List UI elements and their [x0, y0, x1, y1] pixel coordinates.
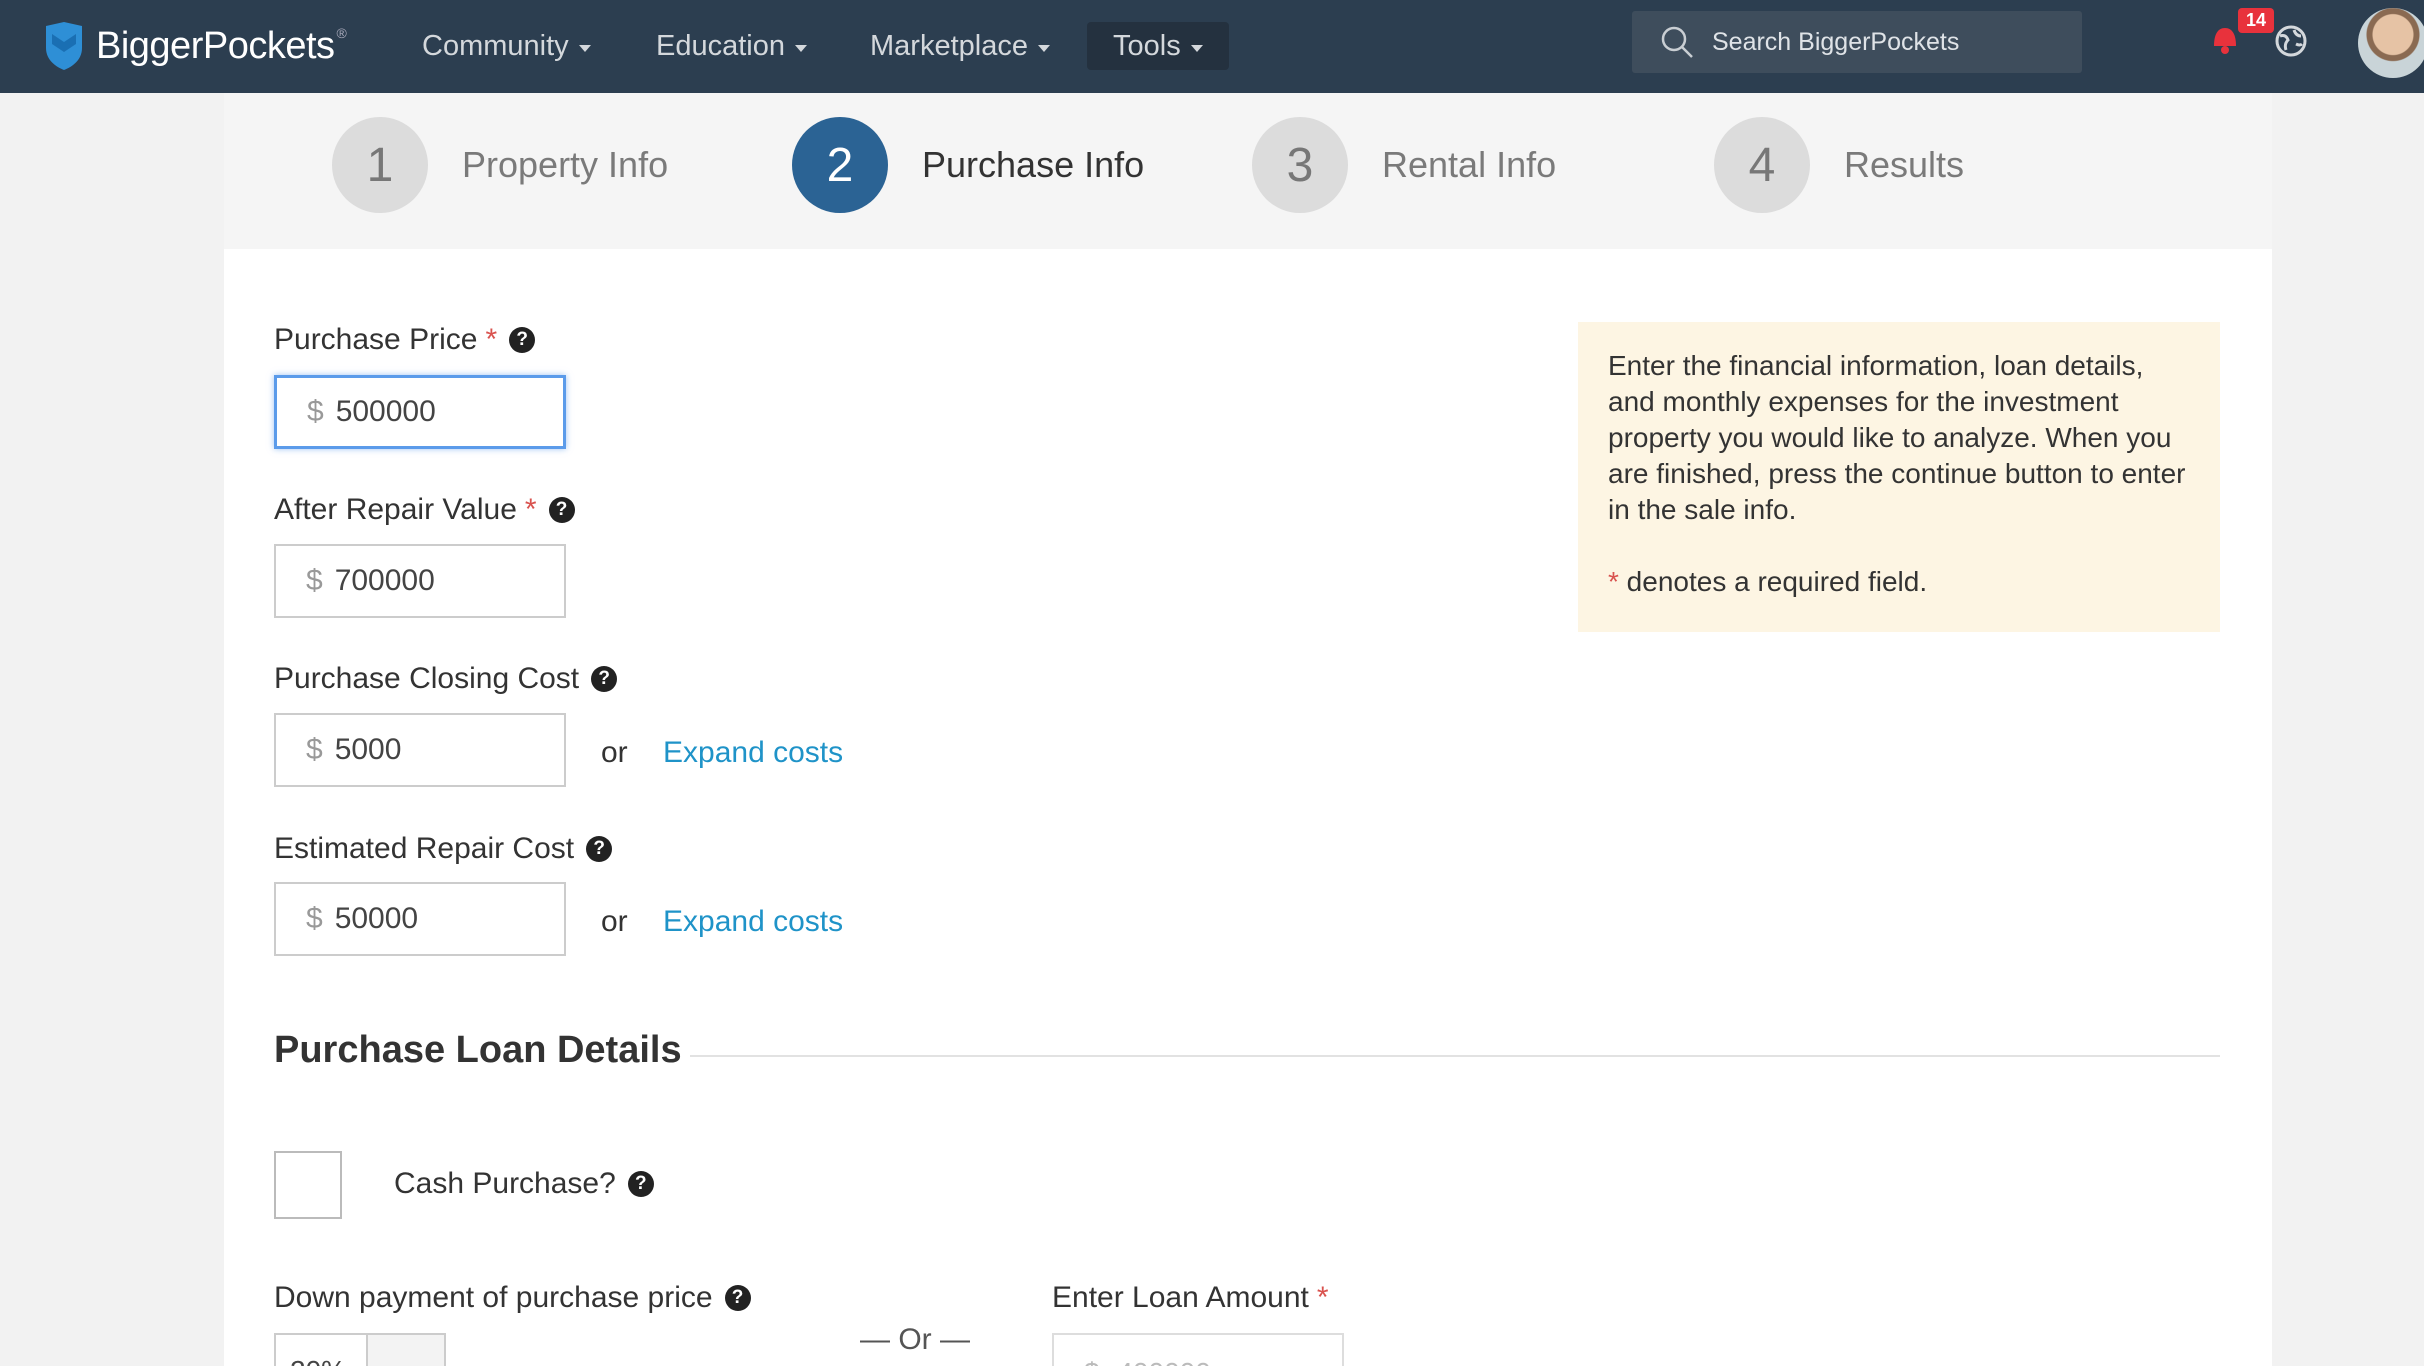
caret-down-icon — [795, 44, 807, 52]
purchase-price-field[interactable]: $ — [274, 375, 566, 449]
nav-tools[interactable]: Tools — [1087, 22, 1229, 70]
estimated-repair-cost-input[interactable] — [334, 902, 535, 936]
expand-closing-costs-link[interactable]: Expand costs — [663, 736, 843, 770]
step-purchase-info[interactable]: 2 Purchase Info — [792, 117, 1144, 213]
down-payment-label: Down payment of purchase price ? — [274, 1281, 751, 1315]
step-label: Rental Info — [1382, 144, 1557, 185]
search-input[interactable] — [1712, 27, 2072, 57]
brand-logo[interactable]: BiggerPockets ® — [44, 18, 347, 74]
step-label: Property Info — [462, 144, 669, 185]
caret-down-icon — [1037, 44, 1050, 52]
info-text: Enter the financial information, loan de… — [1608, 350, 2186, 525]
or-text: or — [601, 905, 628, 938]
step-number: 2 — [792, 117, 888, 213]
dollar-sign: $ — [306, 564, 323, 597]
notification-icon[interactable] — [2208, 18, 2242, 58]
brand-name: BiggerPockets ® — [96, 24, 347, 67]
caret-down-icon — [1190, 44, 1203, 52]
dollar-sign: $ — [306, 902, 323, 935]
step-label: Purchase Info — [922, 144, 1145, 185]
nav-education[interactable]: Education — [630, 22, 833, 70]
section-divider — [690, 1055, 2220, 1057]
step-number: 3 — [1252, 117, 1348, 213]
purchase-closing-cost-label: Purchase Closing Cost ? — [274, 662, 618, 696]
purchase-info-form: Purchase Price * ? $ After Repair Value … — [224, 249, 2272, 1366]
purchase-closing-cost-input[interactable] — [334, 733, 535, 767]
after-repair-value-label: After Repair Value * ? — [274, 493, 575, 527]
wizard-steps: 1 Property Info 2 Purchase Info 3 Rental… — [224, 93, 2272, 249]
step-number: 4 — [1714, 117, 1810, 213]
cash-purchase-label: Cash Purchase? ? — [394, 1167, 654, 1201]
help-icon[interactable]: ? — [627, 1171, 654, 1197]
user-avatar[interactable] — [2358, 8, 2424, 78]
nav-marketplace[interactable]: Marketplace — [844, 22, 1076, 70]
nav-marketplace-label: Marketplace — [870, 29, 1028, 62]
dollar-sign: $ — [306, 733, 323, 766]
or-separator: — Or — — [860, 1323, 970, 1356]
expand-repair-costs-link[interactable]: Expand costs — [663, 905, 843, 939]
step-property-info[interactable]: 1 Property Info — [332, 117, 668, 213]
after-repair-value-field[interactable]: $ — [274, 544, 566, 618]
notification-badge: 14 — [2238, 8, 2275, 33]
nav-education-label: Education — [656, 29, 785, 62]
estimated-repair-cost-field[interactable]: $ — [274, 882, 566, 956]
purchase-price-input[interactable] — [335, 395, 536, 429]
info-box: Enter the financial information, loan de… — [1578, 322, 2220, 632]
help-icon[interactable]: ? — [548, 497, 575, 523]
search-bar[interactable] — [1632, 11, 2082, 73]
step-rental-info[interactable]: 3 Rental Info — [1252, 117, 1556, 213]
help-icon[interactable]: ? — [586, 836, 613, 862]
required-note: * denotes a required field. — [1608, 566, 1928, 597]
help-icon[interactable]: ? — [591, 666, 618, 692]
dollar-sign: $ — [1084, 1357, 1100, 1366]
caret-down-icon — [578, 44, 591, 52]
help-icon[interactable]: ? — [509, 327, 536, 353]
down-payment-input[interactable]: 20% — [274, 1333, 366, 1366]
step-label: Results — [1844, 144, 1965, 185]
shield-logo-icon — [46, 22, 82, 70]
required-asterisk: * — [485, 323, 498, 356]
or-text: or — [601, 736, 628, 769]
loan-amount-placeholder: 400000 — [1117, 1357, 1210, 1366]
section-title: Purchase Loan Details — [274, 1029, 682, 1071]
nav-community-label: Community — [422, 29, 569, 62]
purchase-price-label: Purchase Price * ? — [274, 323, 536, 357]
nav-community[interactable]: Community — [396, 22, 617, 70]
search-icon — [1661, 26, 1693, 58]
after-repair-value-input[interactable] — [334, 564, 535, 598]
loan-amount-input[interactable]: $ 400000 — [1052, 1333, 1344, 1366]
globe-icon[interactable] — [2274, 24, 2308, 58]
step-number: 1 — [332, 117, 428, 213]
required-asterisk: * — [524, 493, 537, 526]
required-asterisk: * — [1316, 1281, 1329, 1314]
step-results[interactable]: 4 Results — [1714, 117, 1964, 213]
loan-amount-label: Enter Loan Amount * — [1052, 1281, 1329, 1314]
estimated-repair-cost-label: Estimated Repair Cost ? — [274, 832, 613, 866]
top-navbar: BiggerPockets ® Community Education Marke… — [0, 0, 2424, 93]
nav-tools-label: Tools — [1113, 29, 1181, 62]
percent-addon — [366, 1333, 446, 1366]
help-icon[interactable]: ? — [724, 1285, 751, 1311]
cash-purchase-checkbox[interactable] — [274, 1151, 342, 1219]
purchase-closing-cost-field[interactable]: $ — [274, 713, 566, 787]
dollar-sign: $ — [307, 395, 324, 428]
